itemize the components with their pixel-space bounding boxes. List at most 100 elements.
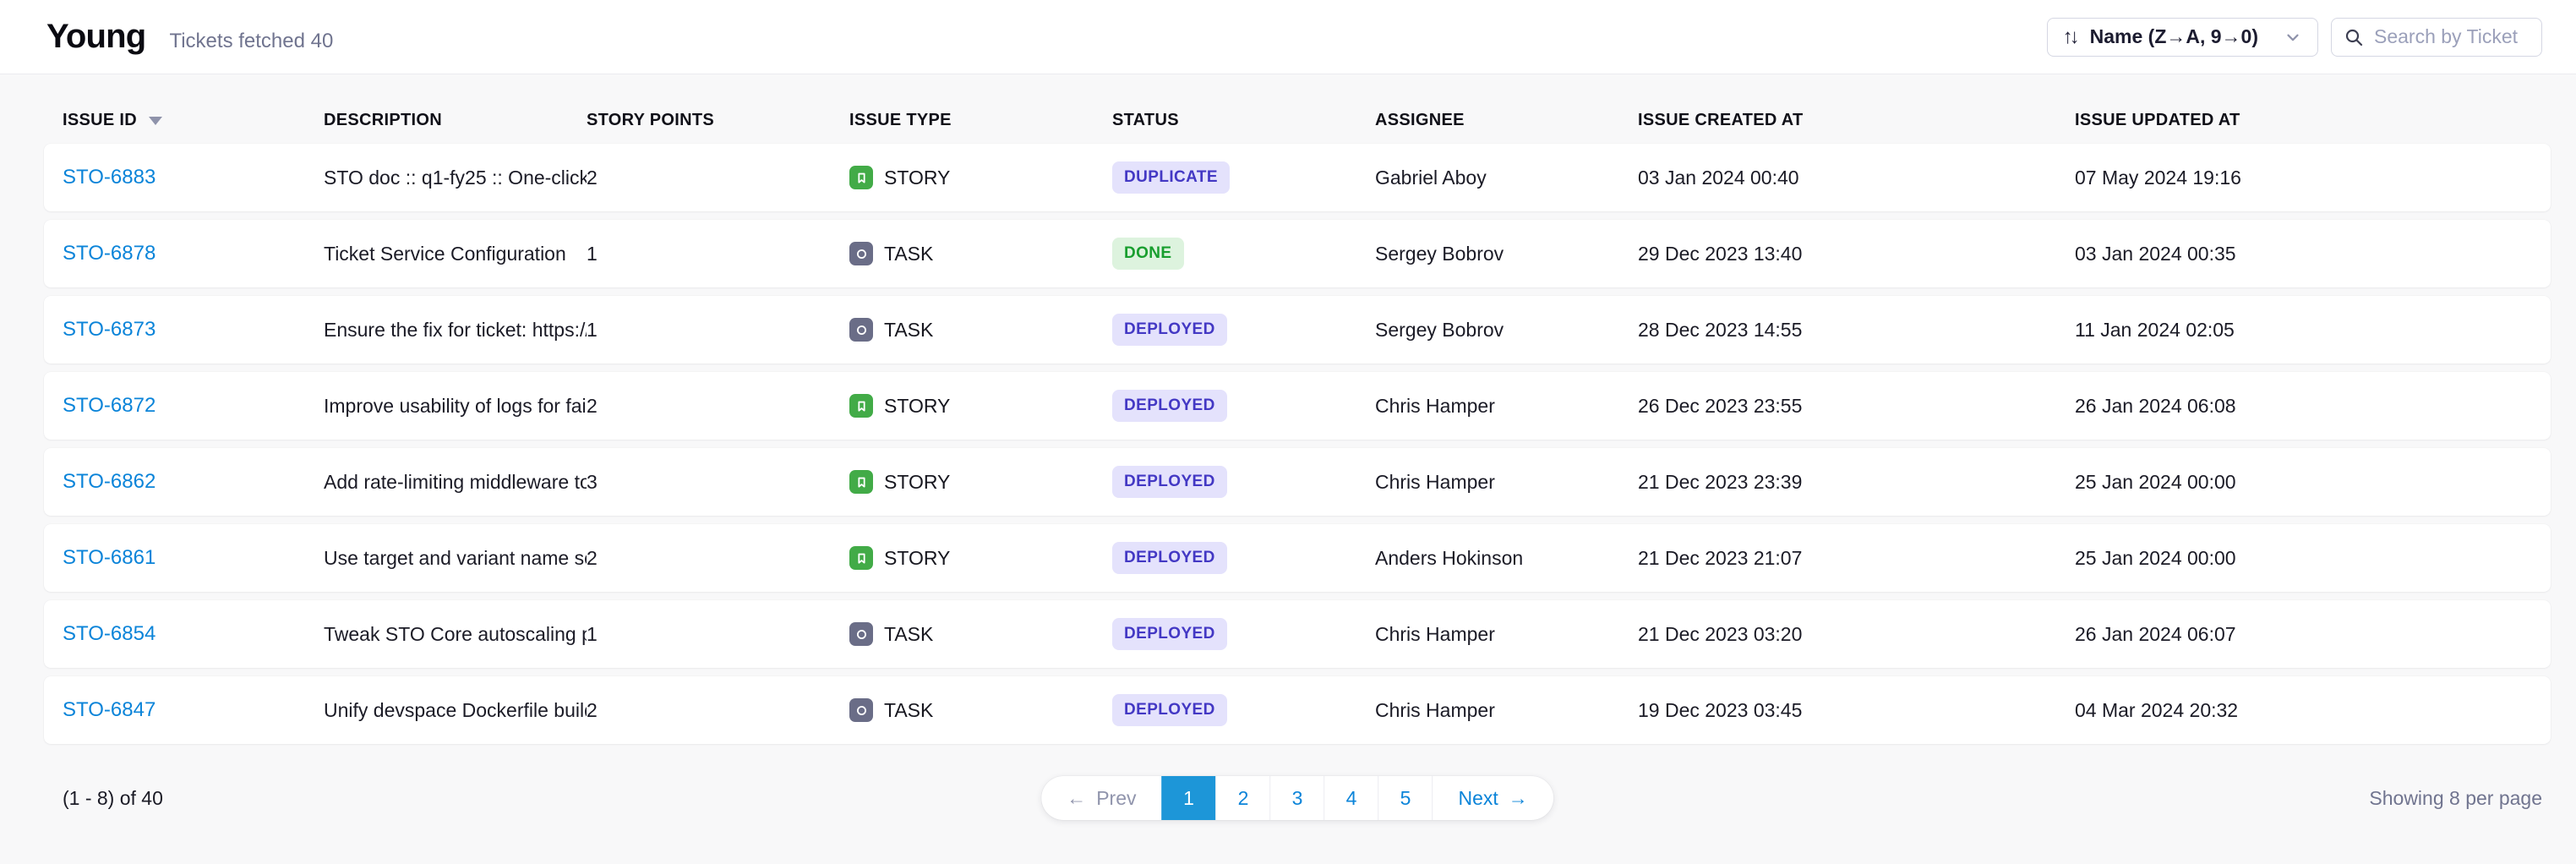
issue-type-cell: TASK [849, 242, 1112, 265]
next-page-button[interactable]: Next → [1433, 776, 1553, 820]
column-header-status: STATUS [1112, 111, 1375, 130]
issue-description: Ticket Service Configuration [324, 243, 587, 265]
issue-type-label: STORY [884, 547, 950, 570]
column-header-description: DESCRIPTION [324, 111, 587, 130]
task-icon [849, 242, 873, 265]
column-header-assignee: ASSIGNEE [1375, 111, 1638, 130]
issue-id-link[interactable]: STO-6862 [63, 470, 156, 493]
issue-id-link[interactable]: STO-6861 [63, 546, 156, 569]
table-row[interactable]: STO-6883 STO doc :: q1-fy25 :: One-click… [44, 144, 2551, 211]
assignee-name: Sergey Bobrov [1375, 243, 1638, 265]
issue-id-link[interactable]: STO-6854 [63, 622, 156, 645]
status-badge: DEPLOYED [1112, 466, 1227, 498]
issue-description: STO doc :: q1-fy25 :: One-click e... [324, 167, 587, 189]
assignee-name: Anders Hokinson [1375, 547, 1638, 570]
sort-updown-icon: ↑↓ [2063, 25, 2077, 49]
issue-type-cell: STORY [849, 546, 1112, 570]
issue-description: Use target and variant name sear... [324, 547, 587, 570]
issue-type-cell: STORY [849, 394, 1112, 418]
status-badge: DONE [1112, 238, 1184, 270]
story-icon [849, 470, 873, 494]
table-header-row: ISSUE ID DESCRIPTION STORY POINTS ISSUE … [44, 96, 2551, 144]
topbar-controls: ↑↓ Name (Z→A, 9→0) [2047, 18, 2542, 57]
pagination-bar: (1 - 8) of 40 ← Prev 1 2 3 4 5 Next → Sh… [44, 776, 2551, 820]
issue-created-at: 28 Dec 2023 14:55 [1638, 319, 2075, 342]
top-bar: Young Tickets fetched 40 ↑↓ Name (Z→A, 9… [0, 0, 2576, 74]
task-icon [849, 318, 873, 342]
task-icon [849, 698, 873, 722]
column-header-issue-id[interactable]: ISSUE ID [63, 111, 324, 130]
issue-type-label: TASK [884, 699, 933, 722]
issue-created-at: 21 Dec 2023 23:39 [1638, 471, 2075, 494]
issue-type-cell: TASK [849, 698, 1112, 722]
table-row[interactable]: STO-6873 Ensure the fix for ticket: http… [44, 296, 2551, 364]
table-row[interactable]: STO-6862 Add rate-limiting middleware to… [44, 448, 2551, 516]
issue-updated-at: 03 Jan 2024 00:35 [2075, 243, 2551, 265]
column-header-story-points: STORY POINTS [587, 111, 849, 130]
status-badge: DUPLICATE [1112, 161, 1230, 194]
pagination: ← Prev 1 2 3 4 5 Next → [1041, 776, 1553, 820]
story-points-value: 1 [587, 243, 849, 265]
table-row[interactable]: STO-6847 Unify devspace Dockerfile build… [44, 676, 2551, 744]
issue-type-label: TASK [884, 243, 933, 265]
issue-created-at: 21 Dec 2023 21:07 [1638, 547, 2075, 570]
search-input[interactable] [2374, 25, 2530, 48]
status-badge: DEPLOYED [1112, 618, 1227, 650]
issue-id-link[interactable]: STO-6872 [63, 394, 156, 417]
page-number-button[interactable]: 5 [1378, 776, 1433, 820]
title-wrap: Young Tickets fetched 40 [46, 18, 333, 56]
issue-id-link[interactable]: STO-6883 [63, 166, 156, 189]
issue-description: Tweak STO Core autoscaling par... [324, 623, 587, 646]
assignee-name: Chris Hamper [1375, 699, 1638, 722]
per-page-label: Showing 8 per page [2369, 787, 2542, 810]
search-icon [2344, 27, 2364, 47]
issue-description: Unify devspace Dockerfile build [324, 699, 587, 722]
page-number-button[interactable]: 3 [1270, 776, 1324, 820]
column-header-issue-created-at: ISSUE CREATED AT [1638, 111, 2075, 130]
issue-type-label: TASK [884, 623, 933, 646]
issue-type-label: TASK [884, 319, 933, 342]
sort-dropdown[interactable]: ↑↓ Name (Z→A, 9→0) [2047, 18, 2318, 57]
assignee-name: Chris Hamper [1375, 395, 1638, 418]
issue-description: Add rate-limiting middleware to S... [324, 471, 587, 494]
issue-type-cell: TASK [849, 318, 1112, 342]
issue-id-link[interactable]: STO-6873 [63, 318, 156, 341]
page-number-button[interactable]: 2 [1216, 776, 1270, 820]
assignee-name: Gabriel Aboy [1375, 167, 1638, 189]
issue-created-at: 03 Jan 2024 00:40 [1638, 167, 2075, 189]
issue-description: Improve usability of logs for failur... [324, 395, 587, 418]
next-label: Next [1459, 787, 1498, 810]
issue-updated-at: 26 Jan 2024 06:08 [2075, 395, 2551, 418]
table-row[interactable]: STO-6854 Tweak STO Core autoscaling par.… [44, 600, 2551, 668]
table-row[interactable]: STO-6878 Ticket Service Configuration 1 … [44, 220, 2551, 287]
issue-created-at: 21 Dec 2023 03:20 [1638, 623, 2075, 646]
tickets-table: ISSUE ID DESCRIPTION STORY POINTS ISSUE … [0, 74, 2576, 864]
issue-type-label: STORY [884, 471, 950, 494]
tickets-fetched-subtitle: Tickets fetched 40 [169, 30, 333, 53]
table-row[interactable]: STO-6861 Use target and variant name sea… [44, 524, 2551, 592]
issue-id-link[interactable]: STO-6847 [63, 698, 156, 721]
results-range: (1 - 8) of 40 [44, 787, 163, 810]
story-points-value: 2 [587, 395, 849, 418]
page-number-button[interactable]: 1 [1162, 776, 1216, 820]
app-root: Young Tickets fetched 40 ↑↓ Name (Z→A, 9… [0, 0, 2576, 864]
story-points-value: 2 [587, 167, 849, 189]
issue-type-cell: STORY [849, 166, 1112, 189]
arrow-left-icon: ← [1067, 787, 1086, 810]
table-row[interactable]: STO-6872 Improve usability of logs for f… [44, 372, 2551, 440]
arrow-right-icon: → [1509, 787, 1528, 810]
issue-updated-at: 26 Jan 2024 06:07 [2075, 623, 2551, 646]
column-header-issue-updated-at: ISSUE UPDATED AT [2075, 111, 2551, 130]
story-points-value: 3 [587, 471, 849, 494]
prev-page-button[interactable]: ← Prev [1041, 776, 1161, 820]
story-icon [849, 394, 873, 418]
page-number-button[interactable]: 4 [1324, 776, 1378, 820]
assignee-name: Sergey Bobrov [1375, 319, 1638, 342]
table-body: STO-6883 STO doc :: q1-fy25 :: One-click… [44, 144, 2551, 744]
status-badge: DEPLOYED [1112, 694, 1227, 726]
status-badge: DEPLOYED [1112, 542, 1227, 574]
issue-id-link[interactable]: STO-6878 [63, 242, 156, 265]
story-points-value: 2 [587, 547, 849, 570]
assignee-name: Chris Hamper [1375, 623, 1638, 646]
issue-type-label: STORY [884, 395, 950, 418]
